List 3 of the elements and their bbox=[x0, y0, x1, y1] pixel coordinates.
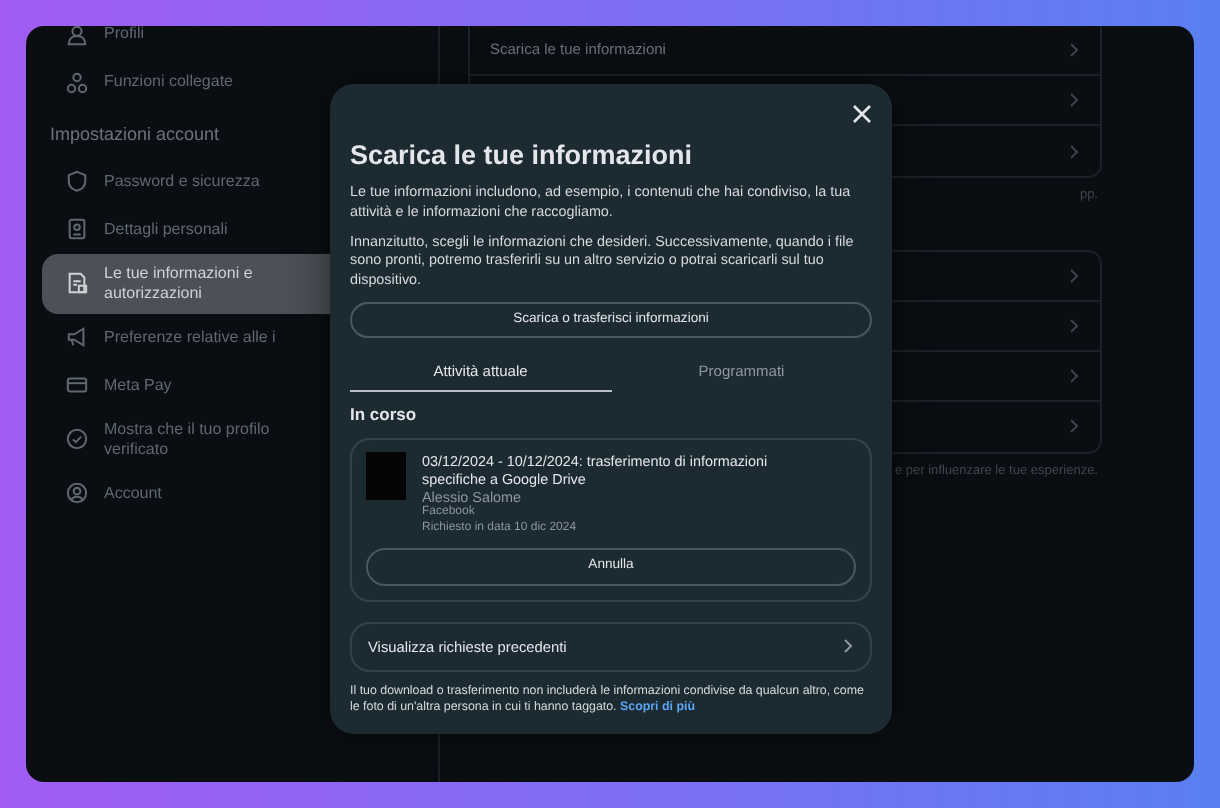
section-heading: Impostazioni account bbox=[50, 124, 220, 144]
section-title: In corso bbox=[350, 402, 419, 429]
dialog-title: Scarica le tue informazioni bbox=[350, 138, 695, 174]
